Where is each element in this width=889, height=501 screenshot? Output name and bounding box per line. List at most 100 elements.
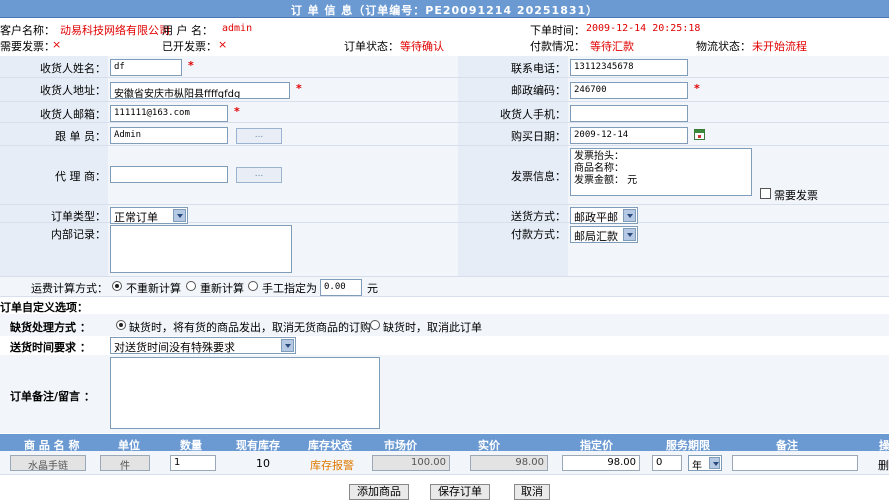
mobile-input[interactable] [570,105,688,122]
payment-value: 等待汇款 [590,40,634,53]
freight-no-recalc-label: 不重新计算 [126,282,181,295]
username-value: admin [222,23,253,34]
order-time-label: 下单时间： [530,24,585,37]
order-type-value: 正常订单 [114,211,158,224]
customer-label: 客户名称： [0,24,55,37]
market-price-cell: 100.00 [372,455,450,471]
stock-cell: 10 [256,457,270,470]
invoice-issued-label: 已开发票： [162,40,217,53]
agent-select-button[interactable]: ... [236,167,282,183]
stockout-cancel-label: 缺货时，取消此订单 [383,321,482,334]
stock-status-cell: 库存报警 [310,459,354,472]
zip-input[interactable]: 246700 [570,82,688,99]
service-unit-value: 年 [692,461,702,472]
phone-label: 联系电话： [511,62,566,75]
invoice-need-value: × [52,38,62,51]
note-input[interactable] [732,455,858,471]
chevron-down-icon [623,209,636,222]
stockout-cancel-radio[interactable] [370,320,380,330]
stockout-label: 缺货处理方式 ： [10,321,91,334]
internal-note-textarea[interactable] [110,225,292,273]
delivery-label: 送货方式： [511,210,566,223]
calendar-icon[interactable] [694,129,705,140]
unit-cell: 件 [100,455,150,472]
need-invoice-checkbox[interactable] [760,188,771,199]
email-input[interactable]: 111111@163.com [110,105,228,122]
internal-note-label: 内部记录： [51,228,106,241]
logistics-value: 未开始流程 [752,40,807,53]
freight-recalc-radio[interactable] [186,281,196,291]
save-order-button[interactable]: 保存订单 [430,484,490,500]
delete-link[interactable]: 删 [878,457,889,473]
required-star: * [234,105,240,118]
chevron-down-icon [173,209,186,222]
follower-select-button[interactable]: ... [236,128,282,144]
need-invoice-label: 需要发票 [774,189,818,202]
buy-date-label: 购买日期： [511,130,566,143]
receiver-name-input[interactable]: df [110,59,182,76]
stockout-partial-label: 缺货时，将有货的商品发出，取消无货商品的订购 [129,321,371,334]
receiver-name-label: 收货人姓名： [40,62,106,75]
freight-label: 运费计算方式： [31,282,108,295]
payment-label: 付款情况： [530,40,585,53]
invoice-amount-line: 发票金额： 元 [574,175,638,186]
invoice-need-label: 需要发票： [0,40,55,53]
invoice-info-textarea[interactable]: 发票抬头： 商品名称： 发票金额： 元 [570,148,752,196]
freight-no-recalc-radio[interactable] [112,281,122,291]
order-type-label: 订单类型： [51,210,106,223]
agent-input[interactable] [110,166,228,183]
customer-value: 动易科技网络有限公司 [60,24,170,37]
freight-manual-label: 手工指定为 [262,282,317,295]
required-star: * [188,59,194,72]
delivery-select[interactable]: 邮政平邮 [570,207,638,224]
freight-recalc-label: 重新计算 [200,282,244,295]
mobile-label: 收货人手机： [500,108,566,121]
follower-label: 跟 单 员： [55,130,106,143]
address-input[interactable]: 安徽省安庆市枞阳县ffffgfdg [110,82,290,99]
order-type-select[interactable]: 正常订单 [110,207,188,224]
service-unit-select[interactable]: 年 [688,455,722,472]
order-time-value: 2009-12-14 20:25:18 [586,23,701,34]
page-title: 订 单 信 息（订单编号：PE20091214 20251831） [290,4,599,17]
address-label: 收货人地址： [40,84,106,97]
required-star: * [694,82,700,95]
buy-date-input[interactable]: 2009-12-14 [570,127,688,144]
freight-manual-radio[interactable] [248,281,258,291]
pay-method-value: 邮局汇款 [574,230,618,243]
remark-textarea[interactable] [110,357,380,429]
remark-label: 订单备注/留言 ： [10,390,95,403]
zip-label: 邮政编码： [511,84,566,97]
add-product-button[interactable]: 添加商品 [349,484,409,500]
required-star: * [296,82,302,95]
username-label: 用 户 名： [162,24,213,37]
follower-input[interactable]: Admin [110,127,228,144]
delivery-time-label: 送货时间要求 ： [10,341,91,354]
service-term-input[interactable]: 0 [652,455,682,471]
cancel-button[interactable]: 取消 [514,484,550,500]
delivery-time-select[interactable]: 对送货时间没有特殊要求 [110,337,296,354]
email-label: 收货人邮箱： [40,108,106,121]
freight-unit: 元 [367,282,378,295]
phone-input[interactable]: 13112345678 [570,59,688,76]
invoice-issued-value: × [218,38,228,51]
custom-options-title: 订单自定义选项： [0,301,88,314]
order-status-label: 订单状态： [344,40,399,53]
qty-input[interactable]: 1 [170,455,216,471]
real-price-cell: 98.00 [470,455,548,471]
delivery-value: 邮政平邮 [574,211,618,224]
set-price-input[interactable]: 98.00 [562,455,640,471]
invoice-goods-line: 商品名称： [574,163,624,174]
chevron-down-icon [623,228,636,241]
chevron-down-icon [281,339,294,352]
stockout-partial-radio[interactable] [116,320,126,330]
delivery-time-value: 对送货时间没有特殊要求 [114,341,235,354]
logistics-label: 物流状态： [696,40,751,53]
freight-amount-input[interactable]: 0.00 [320,279,362,296]
pay-method-select[interactable]: 邮局汇款 [570,226,638,243]
product-name-cell: 水晶手链 [10,455,86,472]
invoice-title-line: 发票抬头： [574,151,624,162]
invoice-info-label: 发票信息： [511,170,566,183]
agent-label: 代 理 商： [55,170,106,183]
chevron-down-icon [709,457,720,469]
pay-method-label: 付款方式： [511,228,566,241]
